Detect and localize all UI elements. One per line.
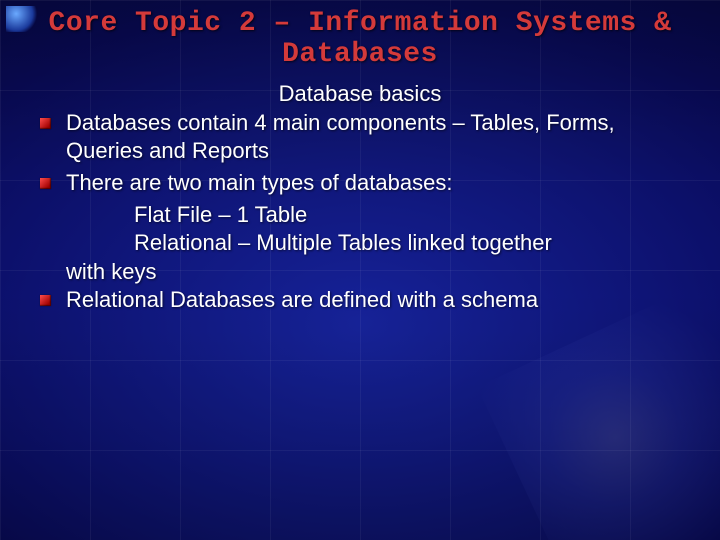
slide-title: Core Topic 2 – Information Systems & Dat…	[24, 8, 696, 71]
subitem-flat-file: Flat File – 1 Table	[134, 201, 696, 229]
bullet-item-types: There are two main types of databases:	[66, 169, 688, 197]
bullet-list-2: Relational Databases are defined with a …	[24, 286, 696, 314]
subitem-relational: Relational – Multiple Tables linked toge…	[134, 229, 696, 257]
bullet-item-schema: Relational Databases are defined with a …	[66, 286, 688, 314]
bullet-item-components: Databases contain 4 main components – Ta…	[66, 109, 688, 165]
bullet-list: Databases contain 4 main components – Ta…	[24, 109, 696, 197]
slide-subheading: Database basics	[24, 81, 696, 107]
subitem-relational-cont: with keys	[24, 258, 696, 286]
slide-container: Core Topic 2 – Information Systems & Dat…	[0, 0, 720, 540]
